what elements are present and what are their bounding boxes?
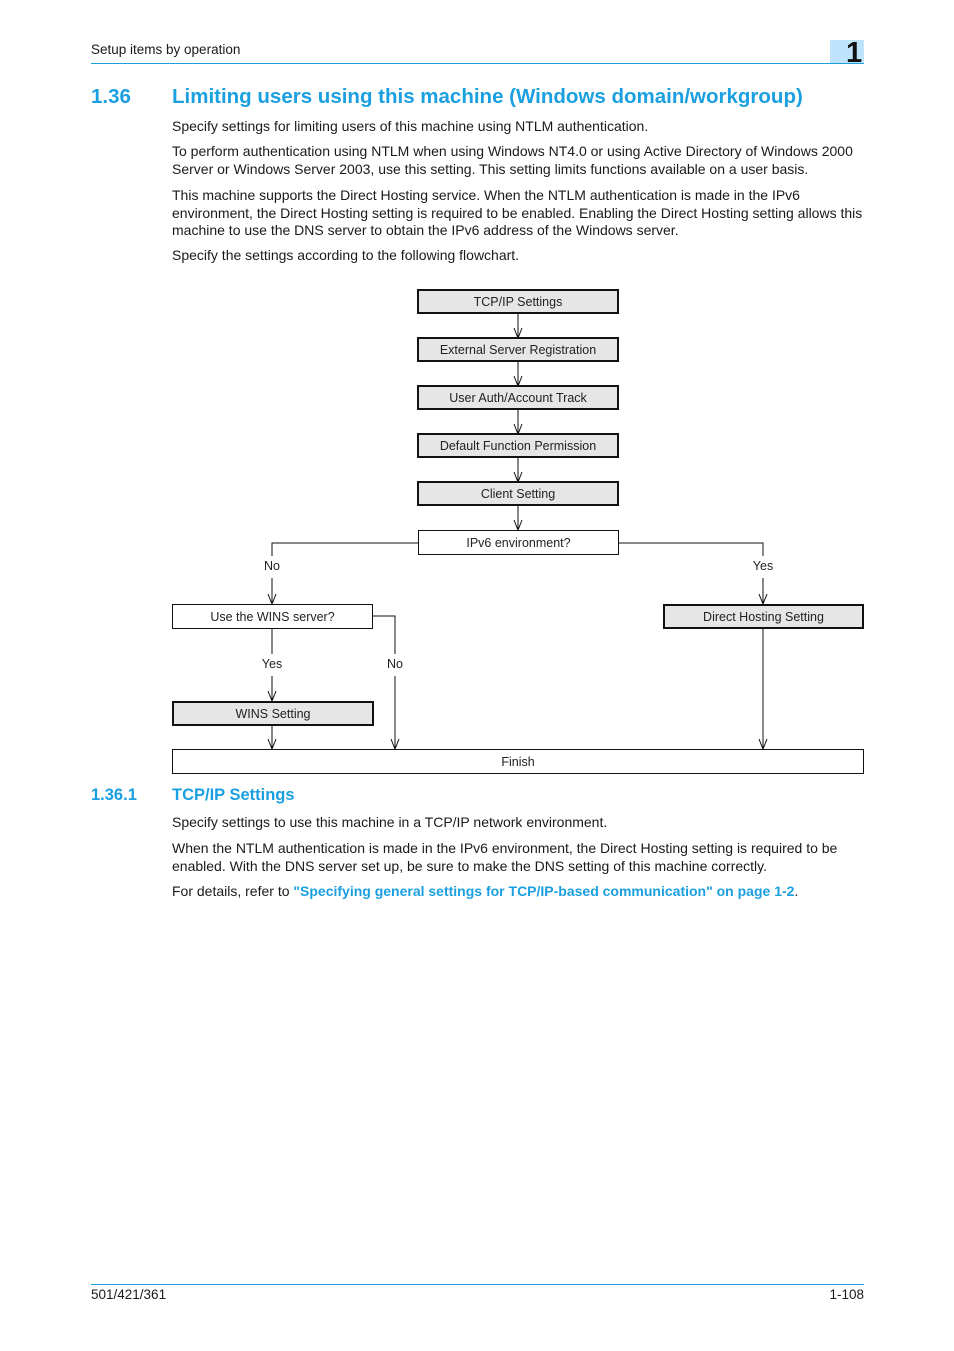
footer-rule [91, 1284, 864, 1285]
flow-step-external-server: External Server Registration [417, 337, 619, 362]
branch-label-ipv6-yes: Yes [752, 559, 774, 573]
connector-line [618, 542, 764, 556]
subsection-title: TCP/IP Settings [172, 786, 295, 804]
connector-line [373, 615, 396, 654]
flow-step-direct-hosting: Direct Hosting Setting [663, 604, 864, 629]
flow-finish: Finish [172, 749, 864, 774]
reference-link[interactable]: "Specifying general settings for TCP/IP-… [293, 883, 794, 899]
branch-label-ipv6-no: No [264, 559, 280, 573]
flow-step-client-setting: Client Setting [417, 481, 619, 506]
footer-model: 501/421/361 [91, 1287, 167, 1302]
subsection-number: 1.36.1 [91, 786, 137, 804]
flow-step-user-auth: User Auth/Account Track [417, 385, 619, 410]
flow-step-tcpip: TCP/IP Settings [417, 289, 619, 314]
flow-step-default-permission: Default Function Permission [417, 433, 619, 458]
flow-decision-wins: Use the WINS server? [172, 604, 373, 629]
subsection-paragraph-1: Specify settings to use this machine in … [172, 814, 608, 830]
subsection-paragraph-2: When the NTLM authentication is made in … [172, 840, 838, 874]
subsection-paragraph-3: For details, refer to "Specifying genera… [172, 883, 872, 901]
reference-suffix: . [794, 883, 799, 899]
connector-line [271, 542, 418, 556]
reference-prefix: For details, refer to [172, 883, 294, 899]
footer-page-number: 1-108 [829, 1287, 864, 1302]
flow-step-wins-setting: WINS Setting [172, 701, 374, 726]
flow-decision-ipv6: IPv6 environment? [418, 530, 619, 555]
branch-label-wins-yes: Yes [261, 657, 283, 671]
branch-label-wins-no: No [387, 657, 403, 671]
